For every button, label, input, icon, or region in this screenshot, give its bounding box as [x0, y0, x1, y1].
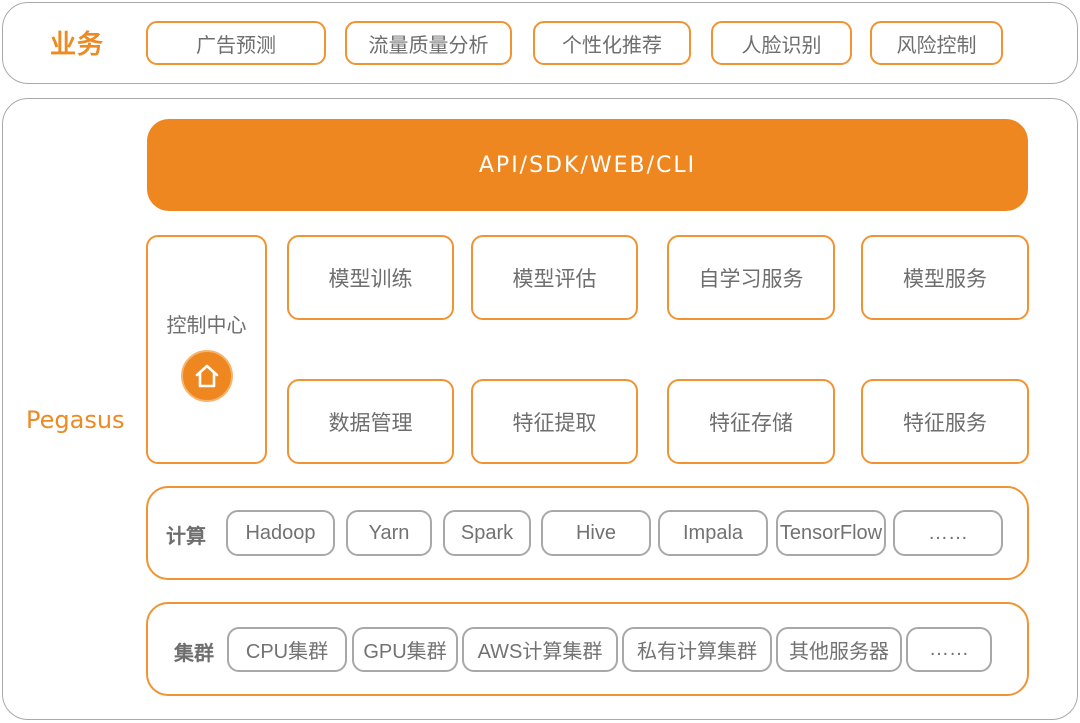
cluster-item-aws[interactable]: AWS计算集群	[462, 627, 618, 672]
business-item-ad-prediction[interactable]: 广告预测	[146, 21, 326, 65]
compute-item-spark[interactable]: Spark	[443, 510, 531, 556]
cluster-label: 集群	[174, 641, 214, 665]
module-feature-storage[interactable]: 特征存储	[667, 379, 835, 464]
module-feature-extraction[interactable]: 特征提取	[471, 379, 638, 464]
module-data-management[interactable]: 数据管理	[287, 379, 454, 464]
compute-item-yarn[interactable]: Yarn	[346, 510, 432, 556]
api-sdk-web-cli-bar[interactable]: API/SDK/WEB/CLI	[147, 119, 1028, 211]
cluster-item-cpu[interactable]: CPU集群	[227, 627, 347, 672]
compute-item-hive[interactable]: Hive	[541, 510, 651, 556]
cluster-item-more[interactable]: ……	[906, 627, 992, 672]
module-model-evaluation[interactable]: 模型评估	[471, 235, 638, 320]
business-layer-label: 业务	[50, 30, 105, 60]
home-icon[interactable]	[181, 350, 233, 402]
cluster-item-gpu[interactable]: GPU集群	[352, 627, 458, 672]
cluster-item-other-servers[interactable]: 其他服务器	[776, 627, 902, 672]
compute-item-more[interactable]: ……	[893, 510, 1003, 556]
compute-item-tensorflow[interactable]: TensorFlow	[776, 510, 886, 556]
module-model-service[interactable]: 模型服务	[861, 235, 1029, 320]
business-item-traffic-quality[interactable]: 流量质量分析	[345, 21, 512, 65]
compute-item-hadoop[interactable]: Hadoop	[226, 510, 335, 556]
home-glyph	[195, 364, 219, 388]
control-center-box[interactable]: 控制中心	[146, 235, 267, 464]
business-item-risk-control[interactable]: 风险控制	[870, 21, 1003, 65]
module-self-learning-service[interactable]: 自学习服务	[667, 235, 835, 320]
cluster-item-private[interactable]: 私有计算集群	[622, 627, 772, 672]
pegasus-label: Pegasus	[26, 406, 125, 434]
module-model-training[interactable]: 模型训练	[287, 235, 454, 320]
compute-item-impala[interactable]: Impala	[658, 510, 768, 556]
control-center-label: 控制中心	[166, 313, 247, 337]
business-item-recommendation[interactable]: 个性化推荐	[533, 21, 691, 65]
compute-label: 计算	[166, 524, 206, 548]
business-item-face-recognition[interactable]: 人脸识别	[711, 21, 852, 65]
module-feature-service[interactable]: 特征服务	[861, 379, 1029, 464]
